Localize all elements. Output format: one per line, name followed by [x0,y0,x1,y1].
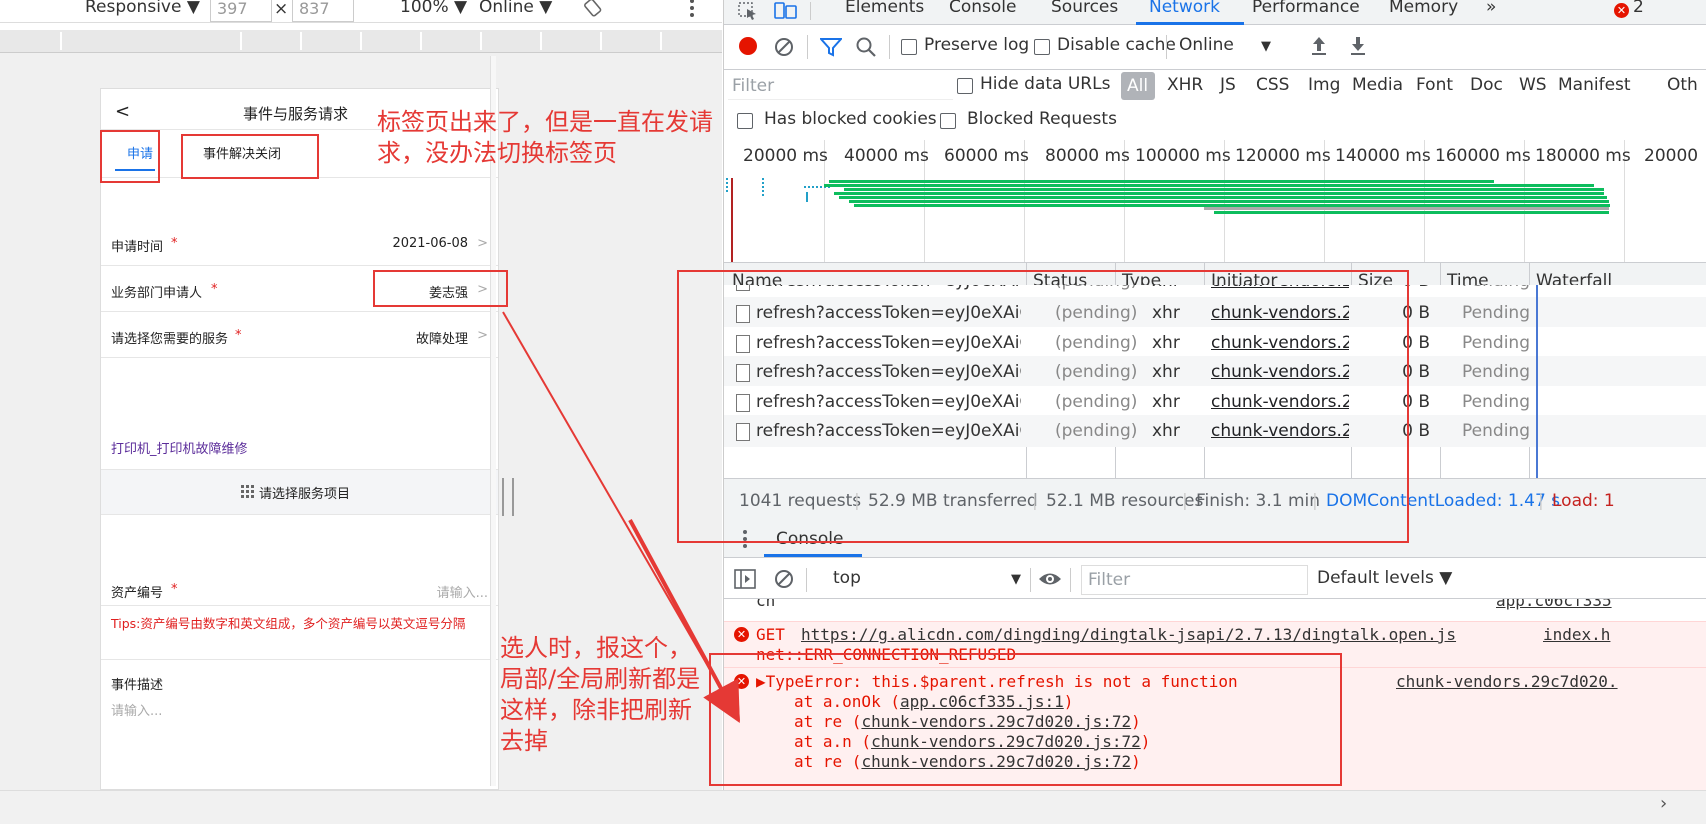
scroll-right-icon[interactable]: › [1660,793,1667,814]
annotation-arrow [502,311,741,724]
horizontal-scrollbar[interactable]: › [0,790,1706,824]
